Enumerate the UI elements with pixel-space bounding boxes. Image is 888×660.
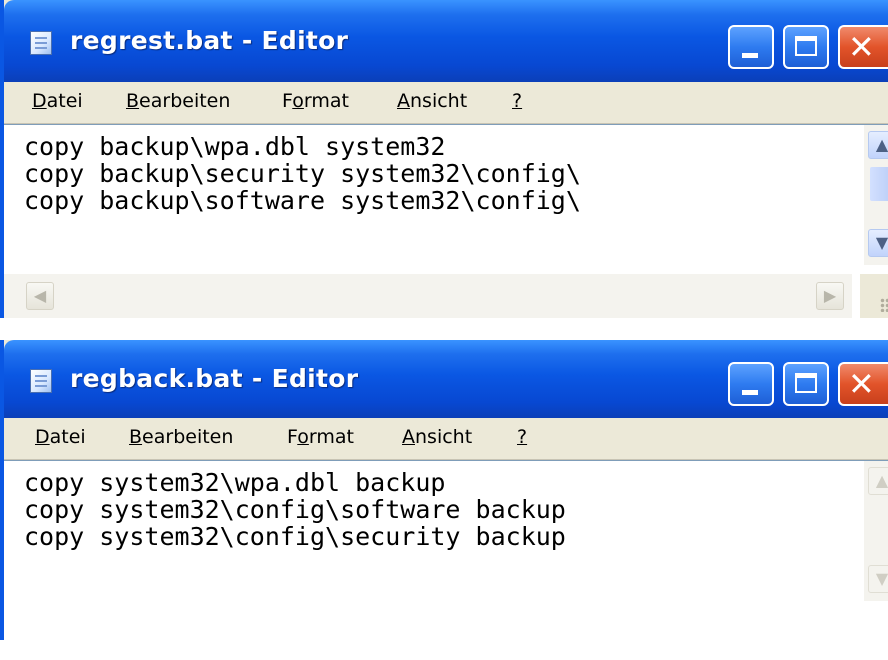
menu-bearbeiten[interactable]: Bearbeiten — [126, 90, 230, 112]
arrow-up-icon[interactable]: ▲ — [868, 467, 888, 495]
arrow-right-icon[interactable]: ▶ — [816, 282, 844, 310]
menu-accelerator: A — [397, 90, 410, 112]
menu-accelerator: B — [129, 426, 143, 448]
maximize-icon — [795, 36, 817, 56]
menu-accelerator: D — [35, 426, 50, 448]
menu-label: earbeiten — [139, 90, 231, 112]
text-line: copy backup\security system32\config\ — [24, 159, 581, 188]
minimize-icon — [742, 53, 758, 58]
menu-ansicht[interactable]: Ansicht — [402, 426, 472, 448]
menu-label: F — [287, 426, 298, 448]
text-line: copy backup\wpa.dbl system32 — [24, 132, 446, 161]
menu-label: rmat — [308, 426, 354, 448]
close-button[interactable]: ✕ — [838, 362, 888, 406]
text-line: copy system32\config\software backup — [24, 495, 566, 524]
menu-label: earbeiten — [142, 426, 234, 448]
scroll-thumb[interactable] — [870, 167, 888, 201]
close-button[interactable]: ✕ — [838, 25, 888, 69]
menu-bar: Datei Bearbeiten Format Ansicht ? — [4, 82, 888, 124]
editor-window-regrest: regrest.bat - Editor ✕ Datei Bearbeiten … — [0, 0, 888, 318]
menu-datei[interactable]: Datei — [32, 90, 83, 112]
close-icon: ✕ — [848, 28, 875, 66]
menu-accelerator: D — [32, 90, 47, 112]
minimize-icon — [742, 390, 758, 395]
title-bar[interactable]: regrest.bat - Editor ✕ — [4, 0, 888, 82]
window-title: regback.bat - Editor — [70, 364, 359, 393]
resize-grip[interactable] — [860, 274, 888, 318]
editor-window-regback: regback.bat - Editor ✕ Datei Bearbeiten … — [0, 340, 888, 660]
title-bar[interactable]: regback.bat - Editor ✕ — [4, 340, 888, 418]
menu-accelerator: o — [297, 426, 309, 448]
menu-label: nsicht — [415, 426, 473, 448]
menu-help[interactable]: ? — [512, 90, 522, 112]
menu-accelerator: ? — [512, 90, 523, 112]
menu-bar: Datei Bearbeiten Format Ansicht ? — [4, 418, 888, 460]
menu-accelerator: B — [126, 90, 140, 112]
menu-ansicht[interactable]: Ansicht — [397, 90, 467, 112]
text-line: copy system32\config\security backup — [24, 522, 566, 551]
text-area[interactable]: copy backup\wpa.dbl system32 copy backup… — [4, 124, 888, 318]
text-line: copy backup\software system32\config\ — [24, 186, 581, 215]
maximize-button[interactable] — [783, 25, 829, 69]
arrow-left-icon[interactable]: ◀ — [26, 282, 54, 310]
menu-accelerator: ? — [517, 426, 528, 448]
horizontal-scrollbar[interactable]: ◀ ▶ — [4, 274, 852, 318]
menu-datei[interactable]: Datei — [35, 426, 86, 448]
maximize-icon — [795, 373, 817, 393]
close-icon: ✕ — [848, 365, 875, 403]
menu-format[interactable]: Format — [282, 90, 349, 112]
menu-format[interactable]: Format — [287, 426, 354, 448]
minimize-button[interactable] — [728, 25, 774, 69]
menu-accelerator: o — [292, 90, 304, 112]
menu-label: atei — [49, 426, 86, 448]
notepad-icon[interactable] — [30, 369, 52, 393]
menu-label: F — [282, 90, 293, 112]
menu-accelerator: A — [402, 426, 415, 448]
menu-label: nsicht — [410, 90, 468, 112]
menu-bearbeiten[interactable]: Bearbeiten — [129, 426, 233, 448]
arrow-down-icon[interactable]: ▼ — [868, 565, 888, 593]
vertical-scrollbar[interactable]: ▲ ▼ — [864, 461, 888, 601]
text-area[interactable]: copy system32\wpa.dbl backup copy system… — [4, 460, 888, 660]
arrow-up-icon[interactable]: ▲ — [868, 131, 888, 159]
window-title: regrest.bat - Editor — [70, 26, 349, 55]
menu-label: atei — [46, 90, 83, 112]
minimize-button[interactable] — [728, 362, 774, 406]
vertical-scrollbar[interactable]: ▲ ▼ — [864, 125, 888, 265]
menu-label: rmat — [303, 90, 349, 112]
notepad-icon[interactable] — [30, 31, 52, 55]
menu-help[interactable]: ? — [517, 426, 527, 448]
maximize-button[interactable] — [783, 362, 829, 406]
text-line: copy system32\wpa.dbl backup — [24, 468, 446, 497]
arrow-down-icon[interactable]: ▼ — [868, 229, 888, 257]
